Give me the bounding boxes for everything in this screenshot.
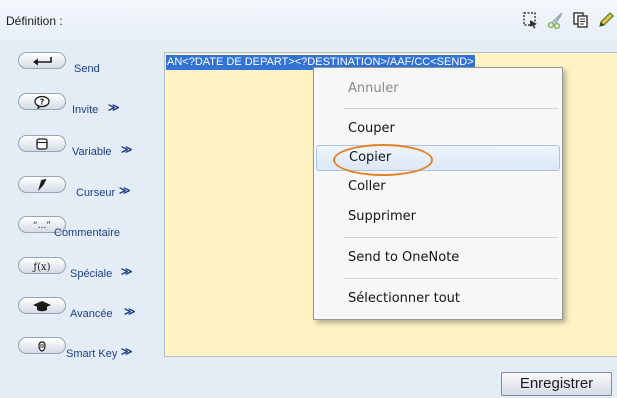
palette-smart-key-label: Smart Key: [66, 348, 118, 360]
palette-advanced-label: Avancée: [70, 308, 113, 320]
graduation-cap-icon: [18, 297, 66, 314]
palette-special-label: Spéciale: [70, 268, 113, 280]
chevron-down-icon[interactable]: ≫: [121, 265, 133, 278]
palette-invite-label: Invite: [72, 104, 99, 116]
chevron-down-icon[interactable]: ≫: [124, 305, 136, 318]
chevron-down-icon[interactable]: ≫: [121, 345, 133, 358]
menu-separator: [344, 237, 558, 238]
cursor-arrow-icon: [18, 176, 66, 193]
pencil-icon[interactable]: [595, 9, 617, 31]
palette-send-label: Send: [74, 63, 100, 75]
menu-separator: [344, 108, 558, 109]
save-button[interactable]: Enregistrer: [501, 372, 612, 396]
svg-text:ƒ(x): ƒ(x): [32, 262, 50, 273]
return-arrow-icon: [18, 52, 66, 69]
hand-pointer-icon: [18, 337, 66, 354]
menu-separator: [344, 278, 558, 279]
database-icon: [18, 135, 66, 152]
svg-text:“...”: “...”: [33, 221, 51, 231]
menu-item-undo[interactable]: Annuler: [316, 76, 560, 102]
palette-variable-label: Variable: [72, 146, 112, 158]
chevron-down-icon[interactable]: ≫: [119, 184, 131, 197]
highlight-circle-annotation: [333, 144, 433, 176]
menu-item-cut[interactable]: Couper: [316, 116, 560, 142]
palette-comment-label: Commentaire: [54, 227, 121, 239]
svg-text:?: ?: [40, 97, 45, 106]
chevron-down-icon[interactable]: ≫: [108, 101, 120, 114]
menu-item-paste[interactable]: Coller: [316, 174, 560, 200]
menu-item-select-all[interactable]: Sélectionner tout: [316, 286, 560, 312]
copy-icon[interactable]: [570, 9, 592, 31]
speech-bubble-question-icon: ?: [18, 93, 66, 110]
select-region-icon[interactable]: [520, 9, 542, 31]
cut-icon[interactable]: [545, 9, 567, 31]
palette-cursor-label: Curseur: [76, 187, 116, 199]
function-fx-icon: ƒ(x): [18, 257, 66, 274]
definition-title: Définition :: [6, 14, 63, 28]
header-toolbar: [520, 9, 617, 31]
menu-item-send-to-onenote[interactable]: Send to OneNote: [316, 245, 560, 271]
context-menu: Annuler Couper Copier Coller Supprimer S…: [313, 67, 563, 320]
chevron-down-icon[interactable]: ≫: [121, 143, 133, 156]
definition-header: Définition :: [0, 0, 617, 42]
menu-item-delete[interactable]: Supprimer: [316, 204, 560, 230]
